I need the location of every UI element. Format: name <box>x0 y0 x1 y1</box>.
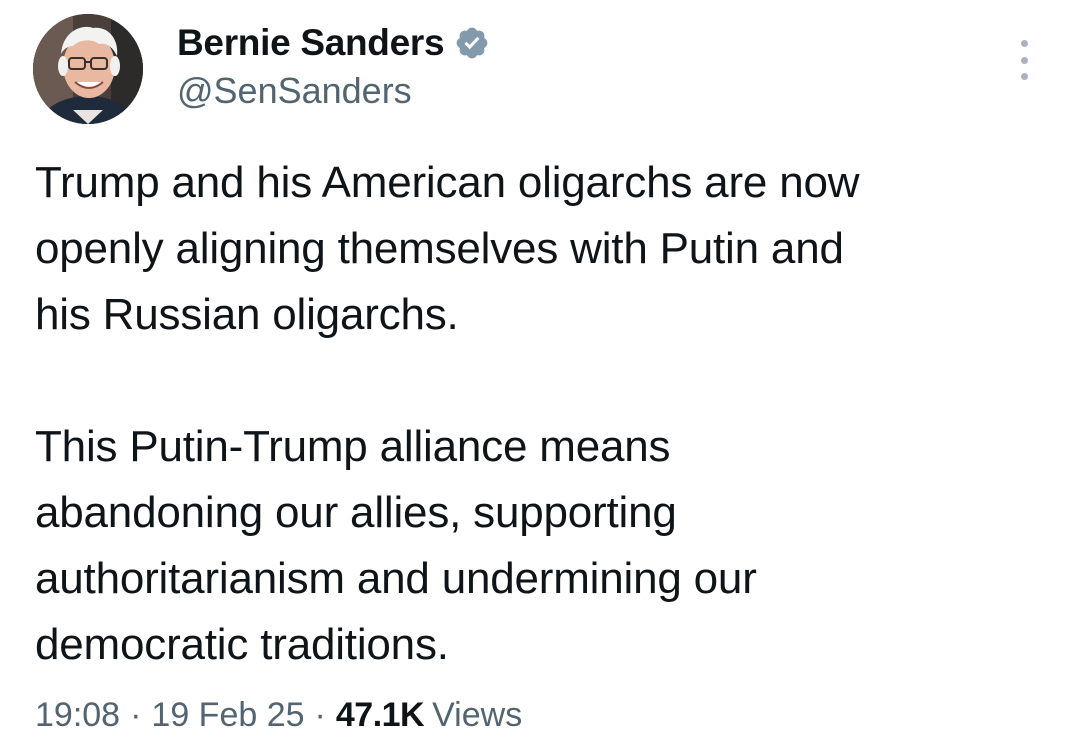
more-options-icon[interactable] <box>1010 40 1038 80</box>
tweet-date[interactable]: 19 Feb 25 <box>151 696 304 735</box>
views-label[interactable]: Views <box>432 696 522 735</box>
tweet-line: authoritarianism and undermining our <box>35 554 757 603</box>
tweet-line: Trump and his American oligarchs are now <box>35 158 860 207</box>
more-dot <box>1020 40 1028 47</box>
avatar[interactable] <box>33 14 143 124</box>
author-name-row: Bernie Sanders <box>177 20 490 66</box>
tweet-meta: 19:08 · 19 Feb 25 · 47.1K Views <box>35 696 522 735</box>
tweet-line: This Putin-Trump alliance means <box>35 422 671 471</box>
tweet-line: abandoning our allies, supporting <box>35 488 677 537</box>
tweet-line: his Russian oligarchs. <box>35 290 459 339</box>
more-dot <box>1020 56 1028 64</box>
views-count[interactable]: 47.1K <box>336 696 425 735</box>
tweet-line: democratic traditions. <box>35 620 449 669</box>
more-dot <box>1020 73 1028 80</box>
author-display-name[interactable]: Bernie Sanders <box>177 22 445 64</box>
tweet-time[interactable]: 19:08 <box>35 696 120 735</box>
verified-badge-icon <box>456 27 488 59</box>
avatar-image <box>33 14 143 124</box>
tweet-card: Bernie Sanders @SenSanders Trump and his… <box>0 0 1080 753</box>
tweet-line: openly aligning themselves with Putin an… <box>35 224 844 273</box>
author-handle[interactable]: @SenSanders <box>177 70 412 112</box>
meta-separator: · <box>314 696 326 734</box>
meta-separator: · <box>130 696 142 734</box>
tweet-text: Trump and his American oligarchs are now… <box>35 150 1045 678</box>
